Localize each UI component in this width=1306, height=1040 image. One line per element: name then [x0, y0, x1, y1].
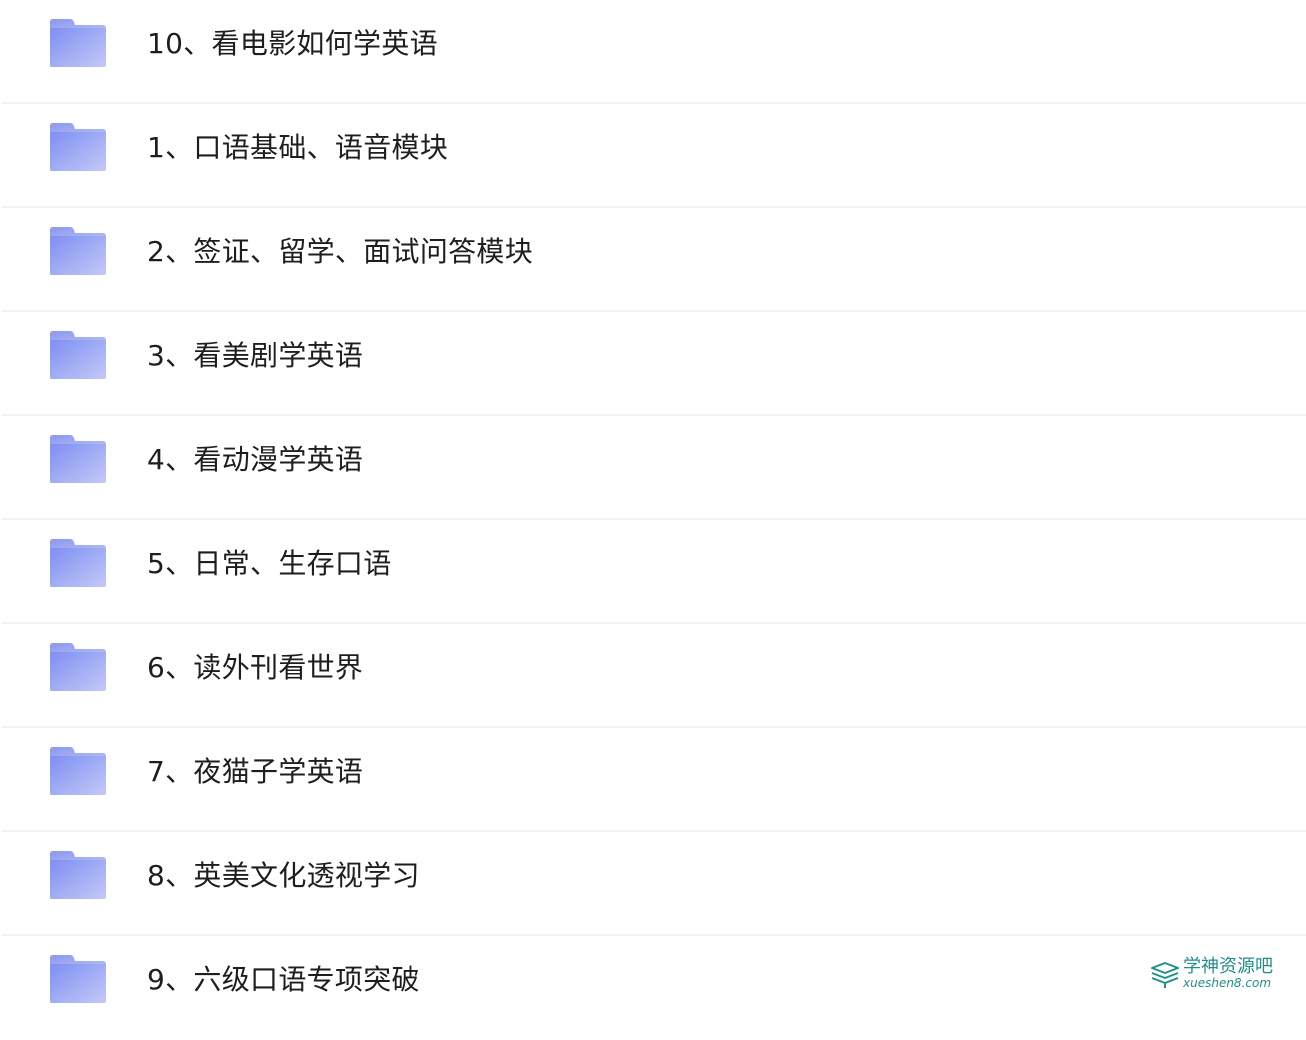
folder-icon	[50, 19, 106, 67]
watermark-logo: 学神资源吧 xueshen8.com	[1150, 956, 1280, 994]
folder-row[interactable]: 4、看动漫学英语	[0, 416, 1306, 520]
folder-name: 5、日常、生存口语	[147, 547, 392, 580]
folder-name: 2、签证、留学、面试问答模块	[147, 235, 534, 268]
books-icon	[1151, 962, 1179, 988]
folder-icon	[50, 123, 106, 171]
folder-row[interactable]: 10、看电影如何学英语	[0, 0, 1306, 104]
folder-row[interactable]: 7、夜猫子学英语	[0, 728, 1306, 832]
folder-row[interactable]: 2、签证、留学、面试问答模块	[0, 208, 1306, 312]
folder-row[interactable]: 1、口语基础、语音模块	[0, 104, 1306, 208]
folder-icon	[50, 435, 106, 483]
folder-icon	[50, 227, 106, 275]
folder-name: 7、夜猫子学英语	[147, 755, 364, 788]
folder-row[interactable]: 3、看美剧学英语	[0, 312, 1306, 416]
folder-row[interactable]: 5、日常、生存口语	[0, 520, 1306, 624]
folder-name: 10、看电影如何学英语	[147, 27, 438, 60]
folder-icon	[50, 539, 106, 587]
watermark-url: xueshen8.com	[1183, 976, 1272, 990]
folder-name: 6、读外刊看世界	[147, 651, 364, 684]
watermark-title: 学神资源吧	[1183, 956, 1273, 977]
folder-name: 9、六级口语专项突破	[147, 963, 420, 996]
folder-icon	[50, 643, 106, 691]
folder-name: 8、英美文化透视学习	[147, 859, 420, 892]
folder-icon	[50, 331, 106, 379]
folder-name: 4、看动漫学英语	[147, 443, 364, 476]
folder-icon	[50, 955, 106, 1003]
folder-list: 10、看电影如何学英语 1、口语基础、语音模块 2、签证、留学、面试问答模块 3…	[0, 0, 1306, 1040]
folder-icon	[50, 851, 106, 899]
folder-row[interactable]: 9、六级口语专项突破	[0, 936, 1306, 1040]
folder-name: 3、看美剧学英语	[147, 339, 364, 372]
folder-row[interactable]: 8、英美文化透视学习	[0, 832, 1306, 936]
folder-name: 1、口语基础、语音模块	[147, 131, 449, 164]
folder-row[interactable]: 6、读外刊看世界	[0, 624, 1306, 728]
folder-icon	[50, 747, 106, 795]
